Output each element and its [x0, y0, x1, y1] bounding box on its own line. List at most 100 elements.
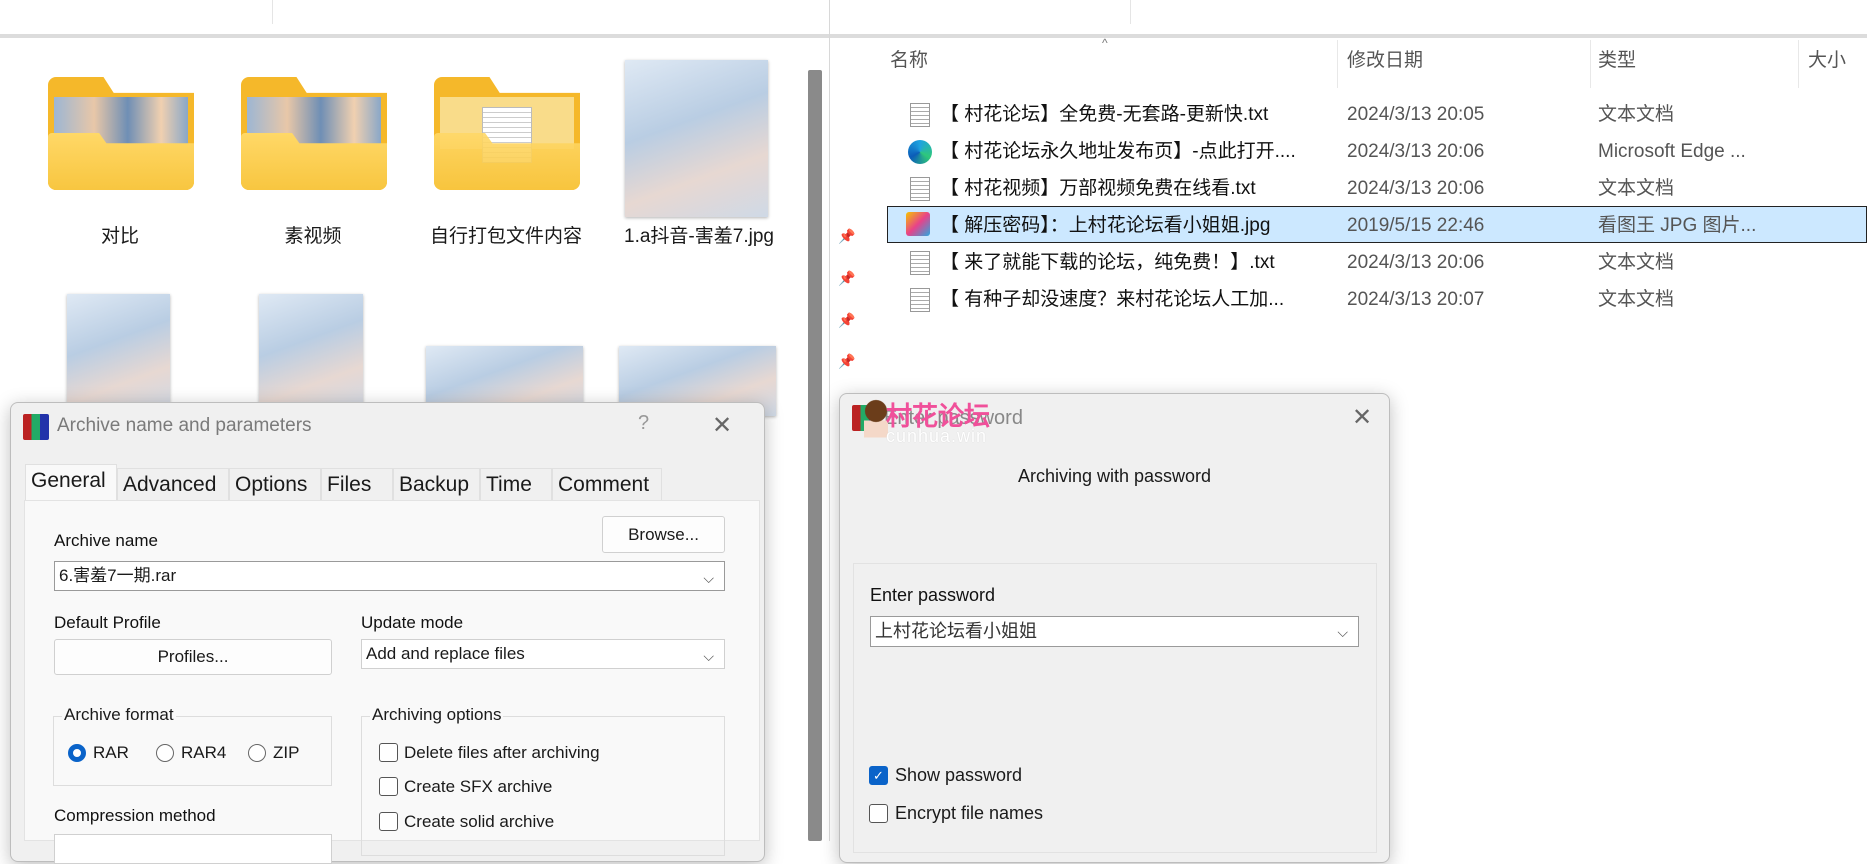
encrypt-names-checkbox[interactable] [869, 804, 888, 823]
file-date: 2024/3/13 20:06 [1347, 178, 1485, 199]
delete-files-checkbox[interactable] [379, 743, 398, 762]
folder-icon[interactable] [48, 77, 194, 190]
radio-zip-label[interactable]: ZIP [273, 743, 299, 763]
close-button[interactable]: ✕ [712, 411, 732, 440]
right-toolbar [830, 0, 1867, 38]
enter-password-label: Enter password [870, 585, 996, 605]
compression-method-select[interactable] [54, 834, 332, 864]
toolbar-divider [272, 0, 273, 24]
folder-item-label[interactable]: 素视频 [228, 224, 398, 250]
chevron-down-icon[interactable]: ⌵ [703, 642, 714, 670]
tab-time[interactable]: Time [480, 468, 552, 500]
folder-icon[interactable] [434, 77, 580, 190]
archive-format-label: Archive format [62, 705, 176, 725]
update-mode-value: Add and replace files [366, 644, 525, 663]
tab-general[interactable]: General [25, 464, 117, 500]
column-header-name[interactable]: 名称 [890, 45, 928, 72]
file-date: 2019/5/15 22:46 [1347, 215, 1485, 236]
column-separator[interactable] [1798, 40, 1799, 88]
folder-item-label[interactable]: 对比 [35, 224, 205, 250]
text-file-icon [910, 251, 930, 275]
watermark-logo-url: cunhua.win [886, 426, 988, 446]
image-item-label[interactable]: 1.a抖音-害羞7.jpg [614, 224, 784, 250]
radio-rar4[interactable] [156, 744, 174, 762]
column-separator[interactable] [1337, 40, 1338, 88]
file-row-selected[interactable]: 【 解压密码】：上村花论坛看小姐姐.jpg 2019/5/15 22:46 看图… [887, 206, 1867, 243]
browse-button[interactable]: Browse... [602, 516, 725, 553]
create-sfx-label[interactable]: Create SFX archive [404, 777, 552, 797]
toolbar-divider [1130, 0, 1131, 24]
file-name: 【 村花视频】万部视频免费在线看.txt [940, 178, 1256, 199]
pin-icon: 📌 [838, 270, 856, 286]
column-separator[interactable] [1590, 40, 1591, 88]
winrar-icon [23, 414, 49, 440]
update-mode-select[interactable]: Add and replace files ⌵ [361, 639, 725, 669]
chevron-down-icon[interactable]: ⌵ [1337, 619, 1348, 648]
image-thumbnail[interactable] [625, 60, 768, 217]
file-name: 【 村花论坛】全免费-无套路-更新快.txt [940, 104, 1269, 125]
encrypt-names-label[interactable]: Encrypt file names [895, 803, 1043, 824]
radio-zip[interactable] [248, 744, 266, 762]
file-row[interactable]: 【 村花论坛永久地址发布页】-点此打开.... 2024/3/13 20:06 … [890, 133, 1867, 170]
tab-options[interactable]: Options [229, 468, 321, 500]
file-row[interactable]: 【 村花视频】万部视频免费在线看.txt 2024/3/13 20:06 文本文… [890, 170, 1867, 207]
create-sfx-checkbox[interactable] [379, 777, 398, 796]
radio-rar[interactable] [68, 744, 86, 762]
tab-files[interactable]: Files [321, 468, 393, 500]
file-row[interactable]: 【 有种子却没速度？来村花论坛人工加... 2024/3/13 20:07 文本… [890, 281, 1867, 318]
archive-name-combo[interactable]: 6.害羞7一期.rar ⌵ [54, 561, 725, 591]
tab-backup[interactable]: Backup [393, 468, 480, 500]
file-date: 2024/3/13 20:06 [1347, 141, 1485, 162]
left-toolbar [0, 0, 829, 38]
help-button[interactable]: ? [638, 412, 649, 435]
show-password-label[interactable]: Show password [895, 765, 1022, 786]
folder-item-label[interactable]: 自行打包文件内容 [421, 224, 591, 250]
sort-ascending-icon: ^ [1102, 36, 1108, 50]
edge-icon [908, 140, 932, 164]
radio-rar-label[interactable]: RAR [93, 743, 129, 763]
text-file-icon [910, 288, 930, 312]
image-thumbnail[interactable] [259, 294, 363, 414]
archiving-options-label: Archiving options [370, 705, 504, 725]
delete-files-label[interactable]: Delete files after archiving [404, 743, 600, 763]
tab-advanced[interactable]: Advanced [117, 468, 229, 500]
profiles-button[interactable]: Profiles... [54, 639, 332, 675]
text-file-icon [910, 177, 930, 201]
archive-name-label: Archive name [54, 531, 158, 550]
tab-comment[interactable]: Comment [552, 468, 662, 500]
text-file-icon [910, 103, 930, 127]
create-solid-checkbox[interactable] [379, 812, 398, 831]
file-date: 2024/3/13 20:05 [1347, 104, 1485, 125]
archive-name-value: 6.害羞7一期.rar [59, 566, 177, 585]
pin-icon: 📌 [838, 228, 856, 244]
archiving-with-password-heading: Archiving with password [1017, 466, 1212, 486]
create-solid-label[interactable]: Create solid archive [404, 812, 554, 832]
pin-icon: 📌 [838, 312, 856, 328]
close-button[interactable]: ✕ [1352, 403, 1372, 432]
show-password-checkbox[interactable]: ✓ [869, 766, 888, 785]
pin-icon: 📌 [838, 353, 856, 369]
file-type: 文本文档 [1598, 289, 1675, 310]
image-thumbnail[interactable] [67, 294, 170, 414]
scrollbar[interactable] [808, 70, 822, 841]
file-type: 看图王 JPG 图片... [1598, 215, 1757, 236]
radio-rar4-label[interactable]: RAR4 [181, 743, 226, 763]
dialog-title: Archive name and parameters [57, 415, 312, 436]
file-row[interactable]: 【 来了就能下载的论坛，纯免费！】.txt 2024/3/13 20:06 文本… [890, 244, 1867, 281]
file-type: Microsoft Edge ... [1598, 141, 1746, 162]
file-date: 2024/3/13 20:07 [1347, 289, 1485, 310]
column-header-size[interactable]: 大小 [1808, 45, 1846, 72]
file-date: 2024/3/13 20:06 [1347, 252, 1485, 273]
watermark-mascot-icon [864, 399, 888, 447]
folder-icon[interactable] [241, 77, 387, 190]
file-row[interactable]: 【 村花论坛】全免费-无套路-更新快.txt 2024/3/13 20:05 文… [890, 96, 1867, 133]
file-name: 【 有种子却没速度？来村花论坛人工加... [940, 289, 1285, 310]
update-mode-label: Update mode [361, 613, 464, 632]
file-name: 【 来了就能下载的论坛，纯免费！】.txt [940, 252, 1275, 273]
column-header-modified[interactable]: 修改日期 [1347, 45, 1423, 72]
default-profile-label: Default Profile [54, 613, 161, 632]
column-header-type[interactable]: 类型 [1598, 45, 1636, 72]
password-input[interactable]: 上村花论坛看小姐姐 ⌵ [870, 616, 1359, 647]
file-name: 【 村花论坛永久地址发布页】-点此打开.... [940, 141, 1296, 162]
chevron-down-icon[interactable]: ⌵ [703, 564, 714, 592]
